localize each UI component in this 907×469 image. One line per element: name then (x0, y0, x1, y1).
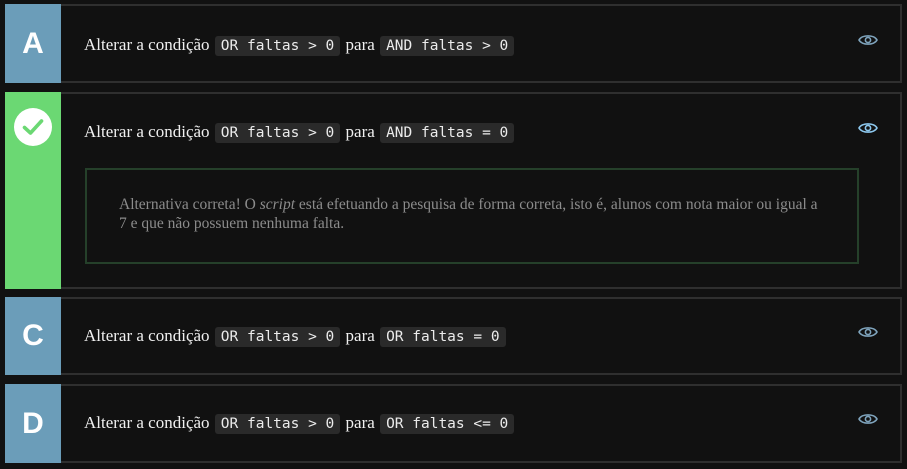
option-text: Alterar a condição OR faltas > 0 para OR… (84, 413, 515, 434)
option-letter-badge: A (5, 4, 61, 83)
option-text: Alterar a condição OR faltas > 0 para AN… (84, 35, 515, 56)
code-snippet: OR faltas > 0 (214, 327, 341, 347)
option-a[interactable]: A Alterar a condição OR faltas > 0 para … (5, 4, 902, 83)
option-text: Alterar a condição OR faltas > 0 para AN… (84, 122, 515, 143)
feedback-text: Alternativa correta! O (119, 196, 260, 213)
option-d[interactable]: D Alterar a condição OR faltas > 0 para … (5, 384, 902, 463)
eye-icon[interactable] (858, 121, 878, 135)
code-snippet: OR faltas > 0 (214, 123, 341, 143)
option-text: Alterar a condição OR faltas > 0 para OR… (84, 326, 507, 347)
option-letter: D (22, 406, 44, 440)
code-snippet: OR faltas > 0 (214, 36, 341, 56)
option-letter: C (22, 319, 44, 352)
code-snippet: AND faltas > 0 (380, 36, 515, 56)
eye-icon[interactable] (858, 412, 878, 426)
eye-icon[interactable] (858, 33, 878, 47)
option-status-badge (5, 92, 61, 289)
code-snippet: AND faltas = 0 (380, 123, 515, 143)
option-letter: A (22, 26, 44, 60)
option-c[interactable]: C Alterar a condição OR faltas > 0 para … (5, 297, 902, 375)
option-letter-badge: C (5, 297, 61, 375)
code-snippet: OR faltas > 0 (214, 414, 341, 434)
code-snippet: OR faltas = 0 (380, 327, 506, 347)
option-b[interactable]: Alterar a condição OR faltas > 0 para AN… (5, 92, 902, 289)
check-icon (14, 108, 52, 146)
code-snippet: OR faltas <= 0 (380, 414, 515, 434)
feedback-panel: Alternativa correta! O script está efetu… (85, 168, 859, 264)
eye-icon[interactable] (858, 325, 878, 339)
option-letter-badge: D (5, 384, 61, 463)
feedback-emphasis: script (259, 196, 296, 213)
